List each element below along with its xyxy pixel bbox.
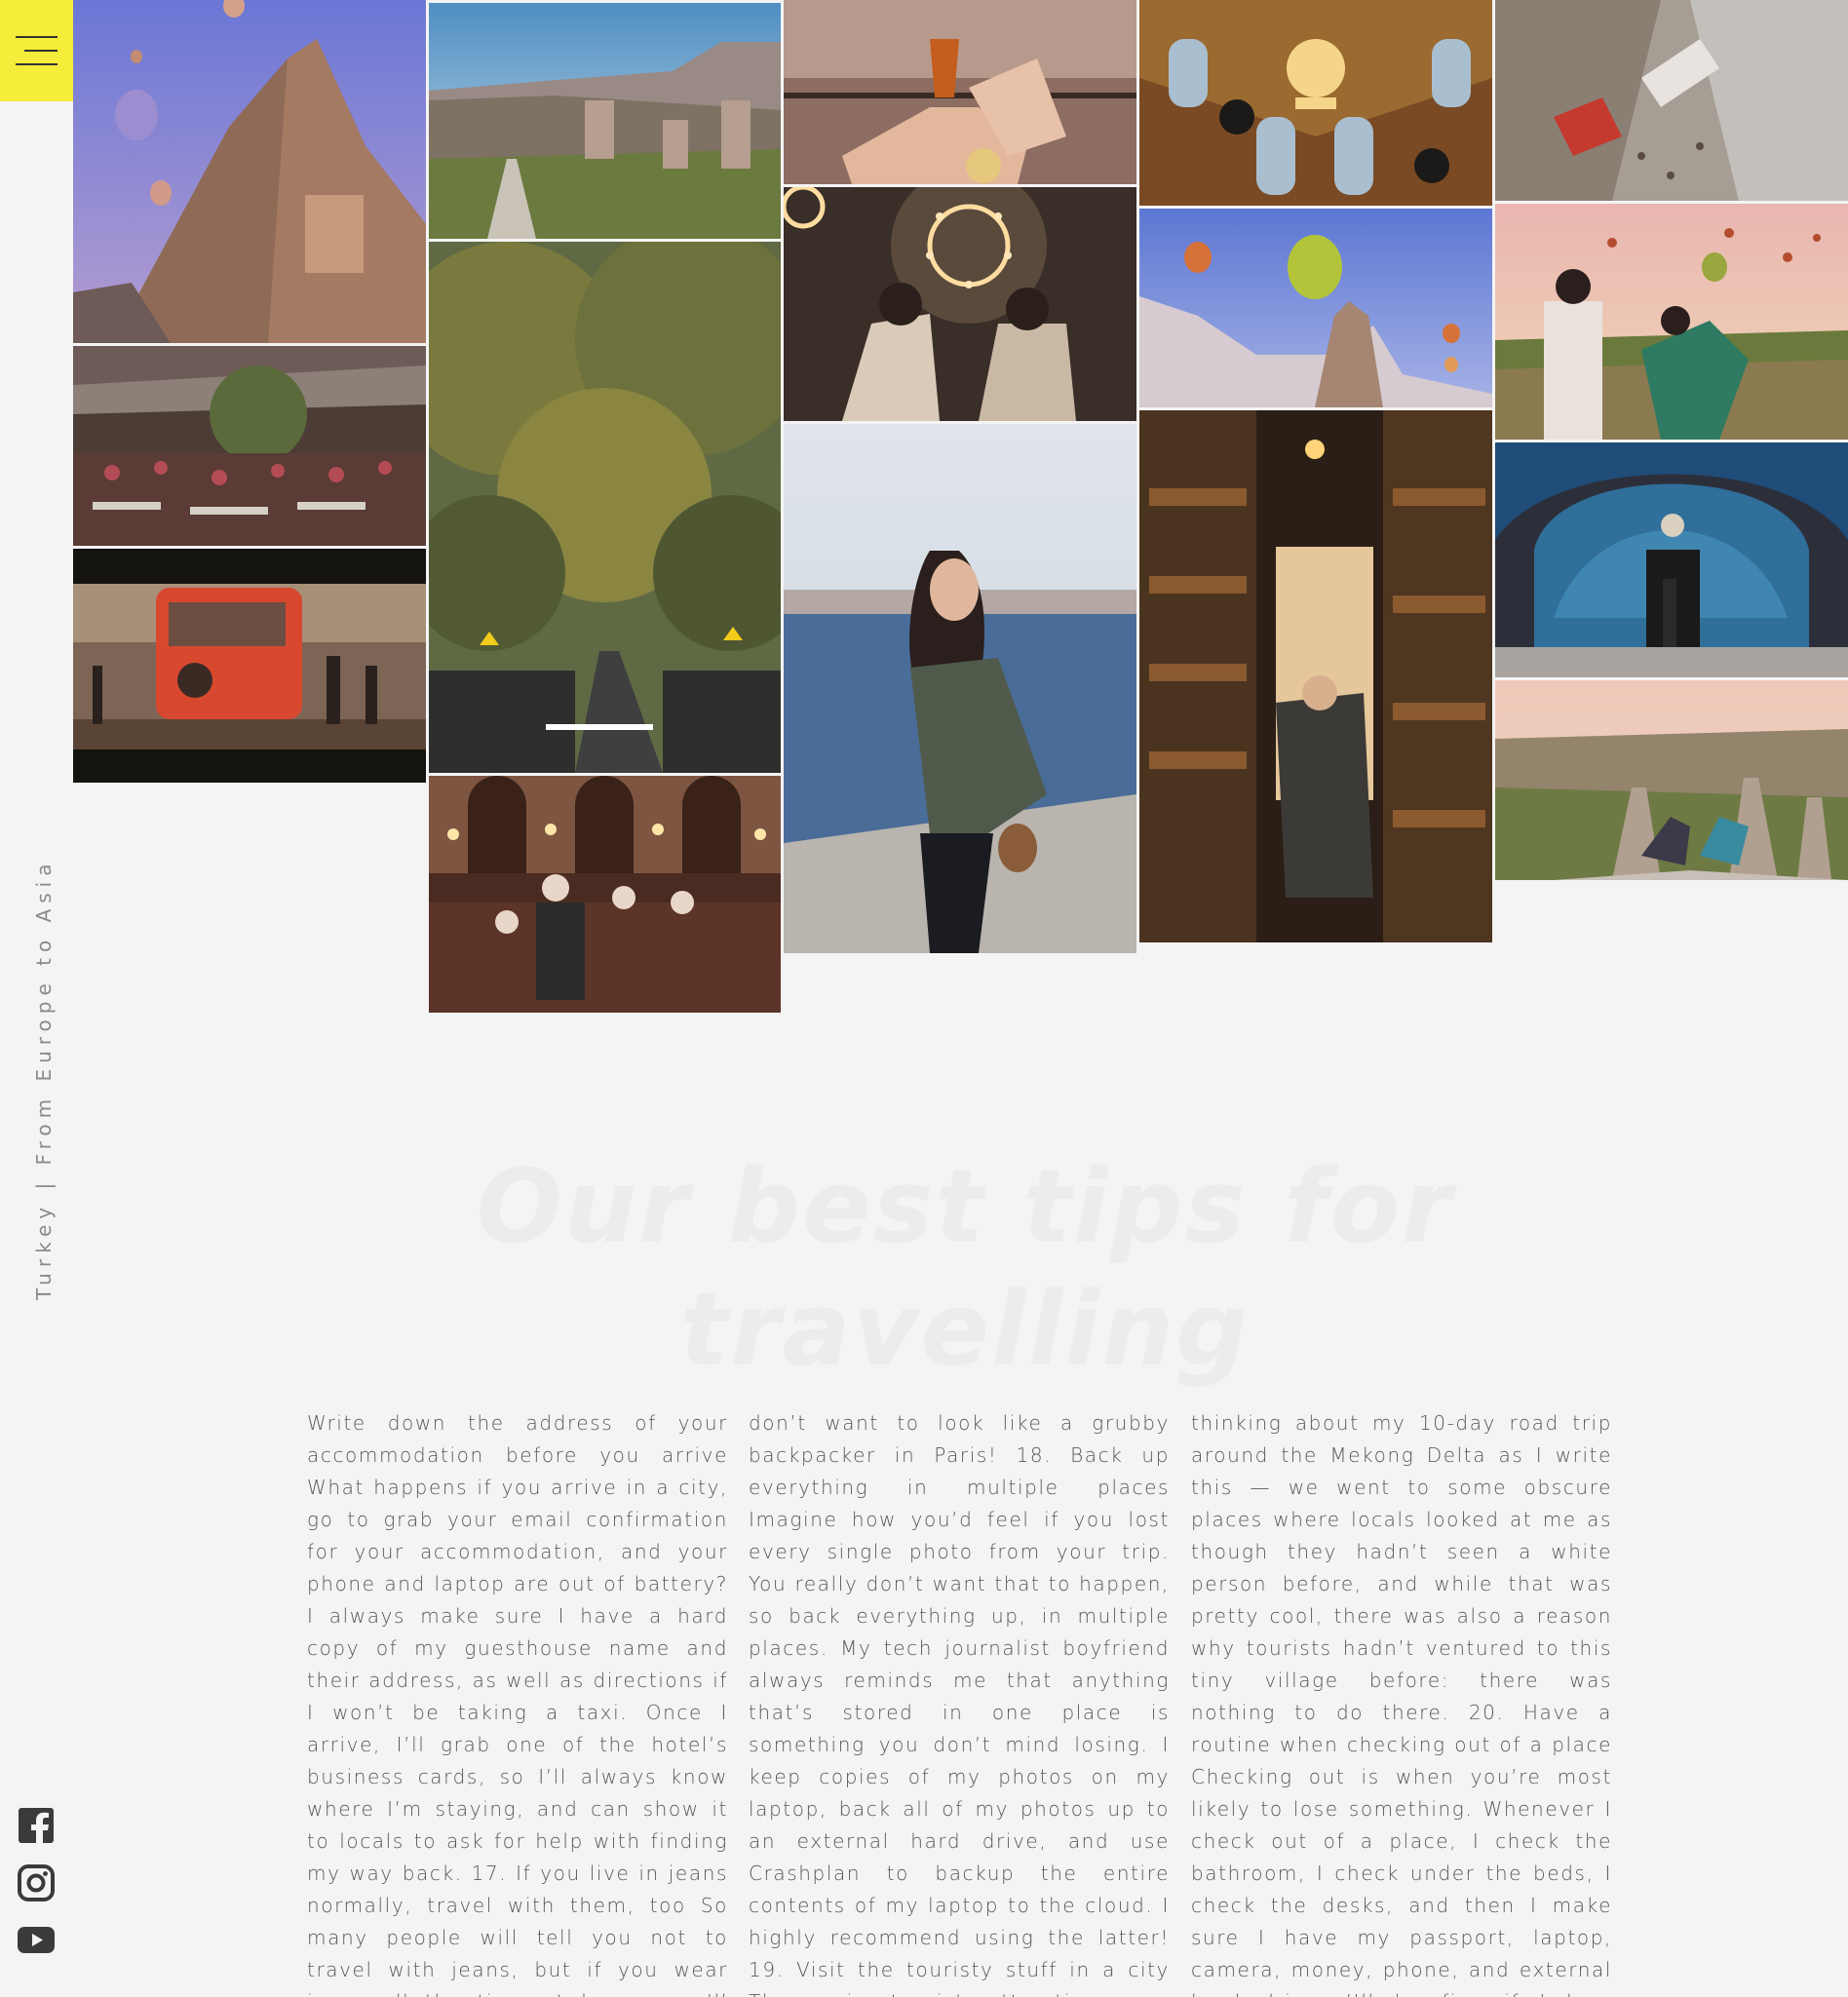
- hamburger-icon: [16, 36, 58, 38]
- photo-tile[interactable]: [429, 3, 781, 239]
- photo-tile[interactable]: [73, 0, 426, 343]
- vertical-tagline: Turkey | From Europe to Asia: [32, 858, 56, 1301]
- photo-tile[interactable]: [1495, 680, 1848, 880]
- photo-tile[interactable]: [1139, 410, 1492, 942]
- photo-tile[interactable]: [1495, 204, 1848, 440]
- photo-tile[interactable]: [1139, 0, 1492, 206]
- menu-button[interactable]: [0, 0, 73, 101]
- page: Turkey | From Europe to Asia Our best ti…: [0, 0, 1848, 1997]
- photo-tile[interactable]: [429, 776, 781, 1013]
- photo-tile[interactable]: [1495, 0, 1848, 201]
- photo-tile[interactable]: [784, 424, 1136, 953]
- photo-tile[interactable]: [73, 549, 426, 783]
- photo-tile[interactable]: [784, 187, 1136, 421]
- photo-tile[interactable]: [429, 242, 781, 773]
- photo-tile[interactable]: [73, 346, 426, 546]
- photo-tile[interactable]: [1495, 442, 1848, 677]
- instagram-icon[interactable]: [17, 1863, 56, 1902]
- article-heading: Our best tips for travelling: [476, 1147, 1454, 1389]
- photo-tile[interactable]: [1139, 209, 1492, 407]
- youtube-icon[interactable]: [17, 1920, 56, 1959]
- article-column-1: Write down the address of your accommoda…: [307, 1411, 728, 1997]
- photo-tile[interactable]: [784, 0, 1136, 184]
- article-column-3: thinking about my 10-day road trip aroun…: [1191, 1411, 1612, 1997]
- article-column-2: don’t want to look like a grubby backpac…: [749, 1411, 1170, 1997]
- facebook-icon[interactable]: [17, 1806, 56, 1845]
